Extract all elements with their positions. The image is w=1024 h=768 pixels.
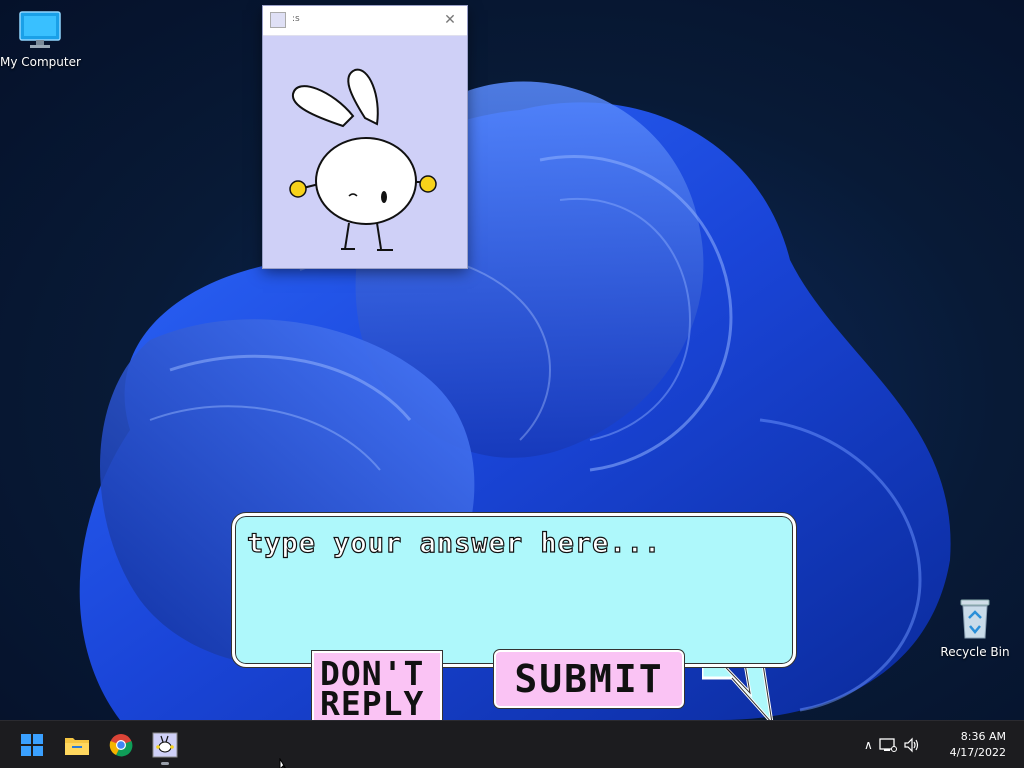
bunny-app-window[interactable]: :s ✕ <box>263 6 467 268</box>
close-button[interactable]: ✕ <box>441 10 459 30</box>
volume-icon[interactable] <box>903 737 921 753</box>
speech-bubble <box>232 513 796 667</box>
clock-date: 4/17/2022 <box>949 746 1006 759</box>
window-titlebar[interactable]: :s ✕ <box>263 6 467 36</box>
answer-input[interactable] <box>245 526 779 654</box>
clock[interactable]: 8:36 AM 4/17/2022 <box>950 729 1006 761</box>
start-button[interactable] <box>16 729 48 761</box>
answer-dialog: DON'T REPLY SUBMIT <box>232 513 796 720</box>
chrome-icon <box>109 734 133 757</box>
windows-start-icon <box>21 734 43 756</box>
chevron-up-icon[interactable]: ∧ <box>864 738 873 752</box>
desktop-icon-my-computer[interactable]: My Computer <box>0 10 81 69</box>
desktop-icon-recycle-bin[interactable]: Recycle Bin <box>935 596 1015 659</box>
chrome-button[interactable] <box>105 729 137 761</box>
file-explorer-icon <box>65 738 89 755</box>
submit-button[interactable]: SUBMIT <box>494 650 684 708</box>
mouse-cursor-icon <box>279 758 286 768</box>
window-title: :s <box>292 14 300 24</box>
clock-time: 8:36 AM <box>960 730 1006 743</box>
recycle-bin-icon <box>960 599 990 639</box>
dont-reply-button[interactable]: DON'T REPLY <box>312 651 442 720</box>
desktop-icon-label: Recycle Bin <box>940 645 1010 659</box>
taskbar: ∧ 8:36 AM 4/17/2022 <box>0 720 1024 768</box>
bunny-character <box>289 68 437 251</box>
bunny-app-icon <box>270 12 286 28</box>
bunny-app-taskbar-button[interactable] <box>149 729 181 765</box>
desktop-icon-label: My Computer <box>0 55 81 69</box>
system-tray: ∧ <box>864 733 921 757</box>
bunny-app-icon <box>152 732 178 758</box>
desktop: My Computer Recycle Bin :s ✕ type your a… <box>0 0 1024 720</box>
file-explorer-button[interactable] <box>61 729 93 761</box>
running-indicator <box>161 762 169 765</box>
monitor-icon <box>19 11 61 48</box>
network-icon[interactable] <box>879 737 897 753</box>
